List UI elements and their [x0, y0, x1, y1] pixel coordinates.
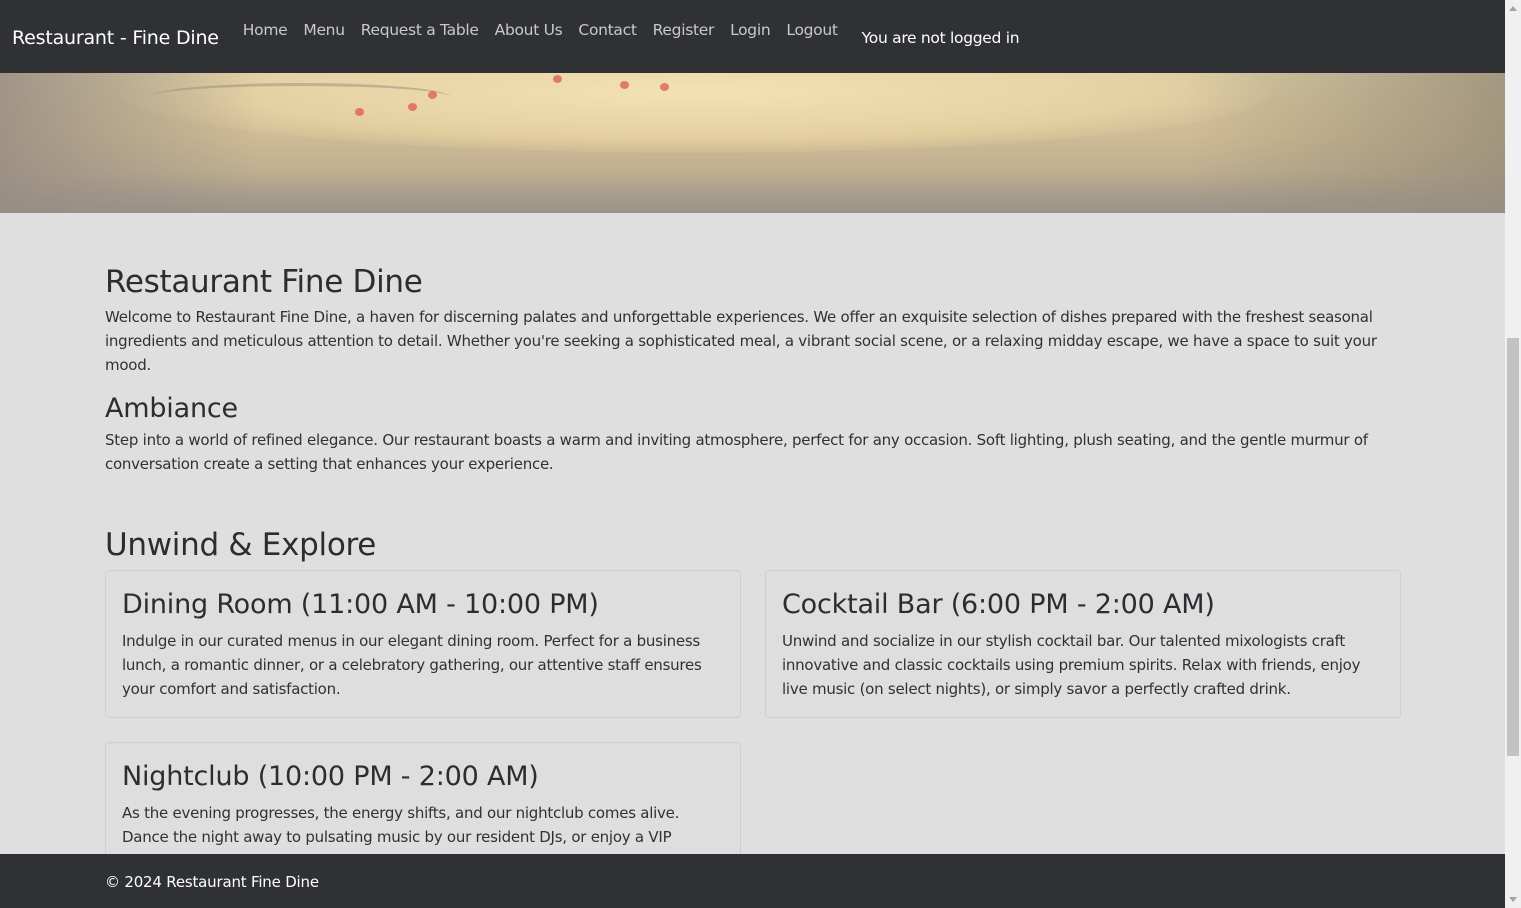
nav-link-menu[interactable]: Menu — [303, 21, 345, 39]
hero-shade-bottom — [0, 173, 1505, 213]
hero-garnish-dot — [408, 103, 417, 111]
nav-link-home[interactable]: Home — [243, 21, 288, 39]
scroll-up-arrow-icon[interactable] — [1509, 6, 1517, 11]
unwind-explore-heading: Unwind & Explore — [105, 527, 377, 563]
card-text: Unwind and socialize in our stylish cock… — [782, 632, 1361, 698]
nav-link-login[interactable]: Login — [730, 21, 771, 39]
nav-link-about-us[interactable]: About Us — [495, 21, 563, 39]
hero-banner-image — [0, 73, 1505, 213]
nav-item-request-table: Request a Table — [361, 20, 479, 39]
hero-garnish-dot — [620, 81, 629, 89]
hero-garnish-dot — [428, 91, 437, 99]
top-navbar: Restaurant - Fine Dine Home Menu Request… — [0, 0, 1505, 73]
main-content: Restaurant Fine Dine Welcome to Restaura… — [105, 213, 1401, 890]
brand-link[interactable]: Restaurant - Fine Dine — [12, 27, 219, 49]
ambiance-heading: Ambiance — [105, 393, 238, 424]
scrollbar-thumb[interactable] — [1507, 338, 1519, 756]
nav-link-contact[interactable]: Contact — [578, 21, 637, 39]
card-title: Cocktail Bar (6:00 PM - 2:00 AM) — [782, 589, 1215, 620]
hero-garnish-dot — [553, 75, 562, 83]
nav-link-request-table[interactable]: Request a Table — [361, 21, 479, 39]
intro-paragraph: Welcome to Restaurant Fine Dine, a haven… — [105, 308, 1377, 374]
hero-garnish-dot — [355, 108, 364, 116]
card-cocktail-bar: Cocktail Bar (6:00 PM - 2:00 AM) Unwind … — [765, 570, 1401, 718]
footer-copyright: © 2024 Restaurant Fine Dine — [105, 873, 319, 891]
scroll-down-arrow-icon[interactable] — [1509, 897, 1517, 902]
card-dining-room: Dining Room (11:00 AM - 10:00 PM) Indulg… — [105, 570, 741, 718]
nav-menu: Home Menu Request a Table About Us Conta… — [243, 20, 854, 39]
nav-item-register: Register — [653, 20, 715, 39]
vertical-scrollbar[interactable] — [1505, 0, 1521, 908]
page-title: Restaurant Fine Dine — [105, 264, 423, 300]
nav-item-menu: Menu — [303, 20, 345, 39]
nav-item-login: Login — [730, 20, 771, 39]
ambiance-paragraph: Step into a world of refined elegance. O… — [105, 431, 1368, 473]
nav-item-logout: Logout — [786, 20, 838, 39]
card-title: Nightclub (10:00 PM - 2:00 AM) — [122, 761, 539, 792]
nav-item-home: Home — [243, 20, 288, 39]
card-text: Indulge in our curated menus in our eleg… — [122, 632, 702, 698]
page-footer: © 2024 Restaurant Fine Dine — [0, 854, 1505, 908]
card-title: Dining Room (11:00 AM - 10:00 PM) — [122, 589, 599, 620]
venue-cards: Dining Room (11:00 AM - 10:00 PM) Indulg… — [105, 570, 1401, 890]
nav-item-about-us: About Us — [495, 20, 563, 39]
nav-item-contact: Contact — [578, 20, 637, 39]
nav-link-register[interactable]: Register — [653, 21, 715, 39]
hero-garnish-dot — [660, 83, 669, 91]
nav-link-logout[interactable]: Logout — [786, 21, 838, 39]
login-status-text: You are not logged in — [861, 28, 1020, 47]
